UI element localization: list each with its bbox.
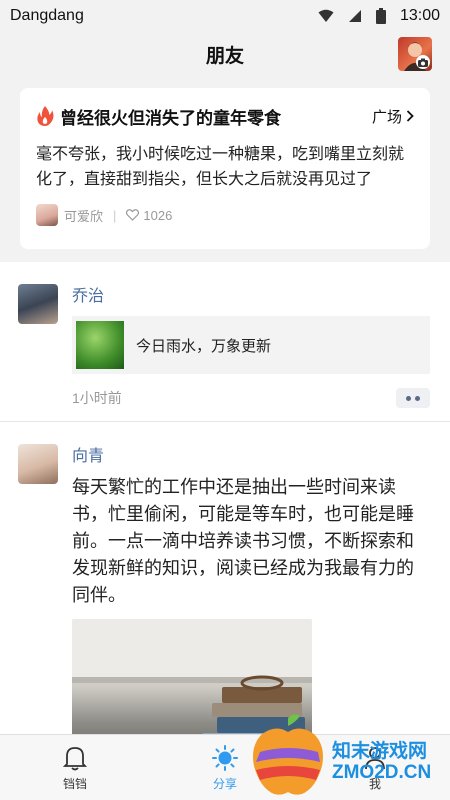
author-name[interactable]: 可爱欣 (64, 206, 103, 225)
feed-post: 向青 每天繁忙的工作中还是抽出一些时间来读书，忙里偷闲，可能是等车时，也可能是睡… (0, 422, 450, 734)
post-time: 1小时前 (72, 390, 122, 406)
status-bar: Dangdang 13:00 (0, 0, 450, 32)
like-count: 1026 (143, 207, 173, 223)
user-avatar[interactable] (18, 284, 58, 324)
topic-title: 曾经很火但消失了的童年零食 (60, 108, 281, 128)
profile-avatar-button[interactable] (398, 37, 432, 71)
heart-icon[interactable] (126, 209, 140, 221)
user-name[interactable]: 乔治 (72, 284, 430, 310)
status-time: 13:00 (399, 7, 440, 24)
header: 朋友 (0, 32, 450, 76)
meta-divider: | (113, 207, 117, 223)
shared-link-card[interactable]: 今日雨水，万象更新 (72, 316, 430, 374)
dot-icon (406, 395, 411, 401)
tab-label: 铛铛 (62, 777, 87, 791)
fire-icon (37, 106, 54, 126)
author-avatar[interactable] (36, 204, 58, 226)
tab-label: 分享 (212, 777, 237, 791)
topic-meta: 可爱欣 | 1026 (36, 204, 414, 226)
apple-logo (253, 714, 323, 795)
signal-icon (348, 10, 361, 22)
watermark-line2: ZMO2D.CN (332, 762, 432, 783)
battery-icon (375, 8, 386, 24)
sun-icon (212, 745, 238, 771)
watermark: 知末游戏网 ZMO2D.CN (248, 712, 448, 798)
wifi-icon (318, 9, 334, 22)
dot-icon (415, 395, 420, 401)
carrier-name: Dangdang (10, 7, 84, 24)
post-text: 每天繁忙的工作中还是抽出一些时间来读书，忙里偷闲，可能是等车时，也可能是睡前。一… (72, 477, 414, 605)
topic-text: 毫不夸张，我小时候吃过一种糖果，吃到嘴里立刻就化了，直接甜到指尖，但长大之后就没… (36, 146, 405, 188)
bell-icon (63, 747, 87, 771)
user-avatar[interactable] (18, 444, 58, 484)
feed: 乔治 今日雨水，万象更新 1小时前 向青 每天繁忙的工作中还是抽出一些时间来读书… (0, 262, 450, 734)
shared-thumbnail (76, 321, 124, 369)
topic-card[interactable]: 曾经很火但消失了的童年零食 广场 毫不夸张，我小时候吃过一种糖果，吃到嘴里立刻就… (20, 88, 430, 249)
post-footer: 1小时前 (72, 386, 430, 410)
shared-text: 今日雨水，万象更新 (136, 337, 272, 355)
more-options-button[interactable] (396, 388, 430, 408)
topic-header: 曾经很火但消失了的童年零食 广场 (36, 104, 414, 128)
status-icons: 13:00 (318, 7, 440, 25)
user-name[interactable]: 向青 (72, 444, 430, 470)
plaza-label: 广场 (371, 108, 402, 126)
feed-post: 乔治 今日雨水，万象更新 1小时前 (0, 262, 450, 422)
watermark-line1: 知末游戏网 (332, 741, 428, 762)
chevron-right-icon (406, 110, 414, 122)
tab-dangdang[interactable]: 铛铛 (0, 735, 150, 800)
plaza-link[interactable]: 广场 (372, 106, 414, 127)
camera-icon (416, 55, 430, 69)
page-title: 朋友 (205, 45, 244, 67)
